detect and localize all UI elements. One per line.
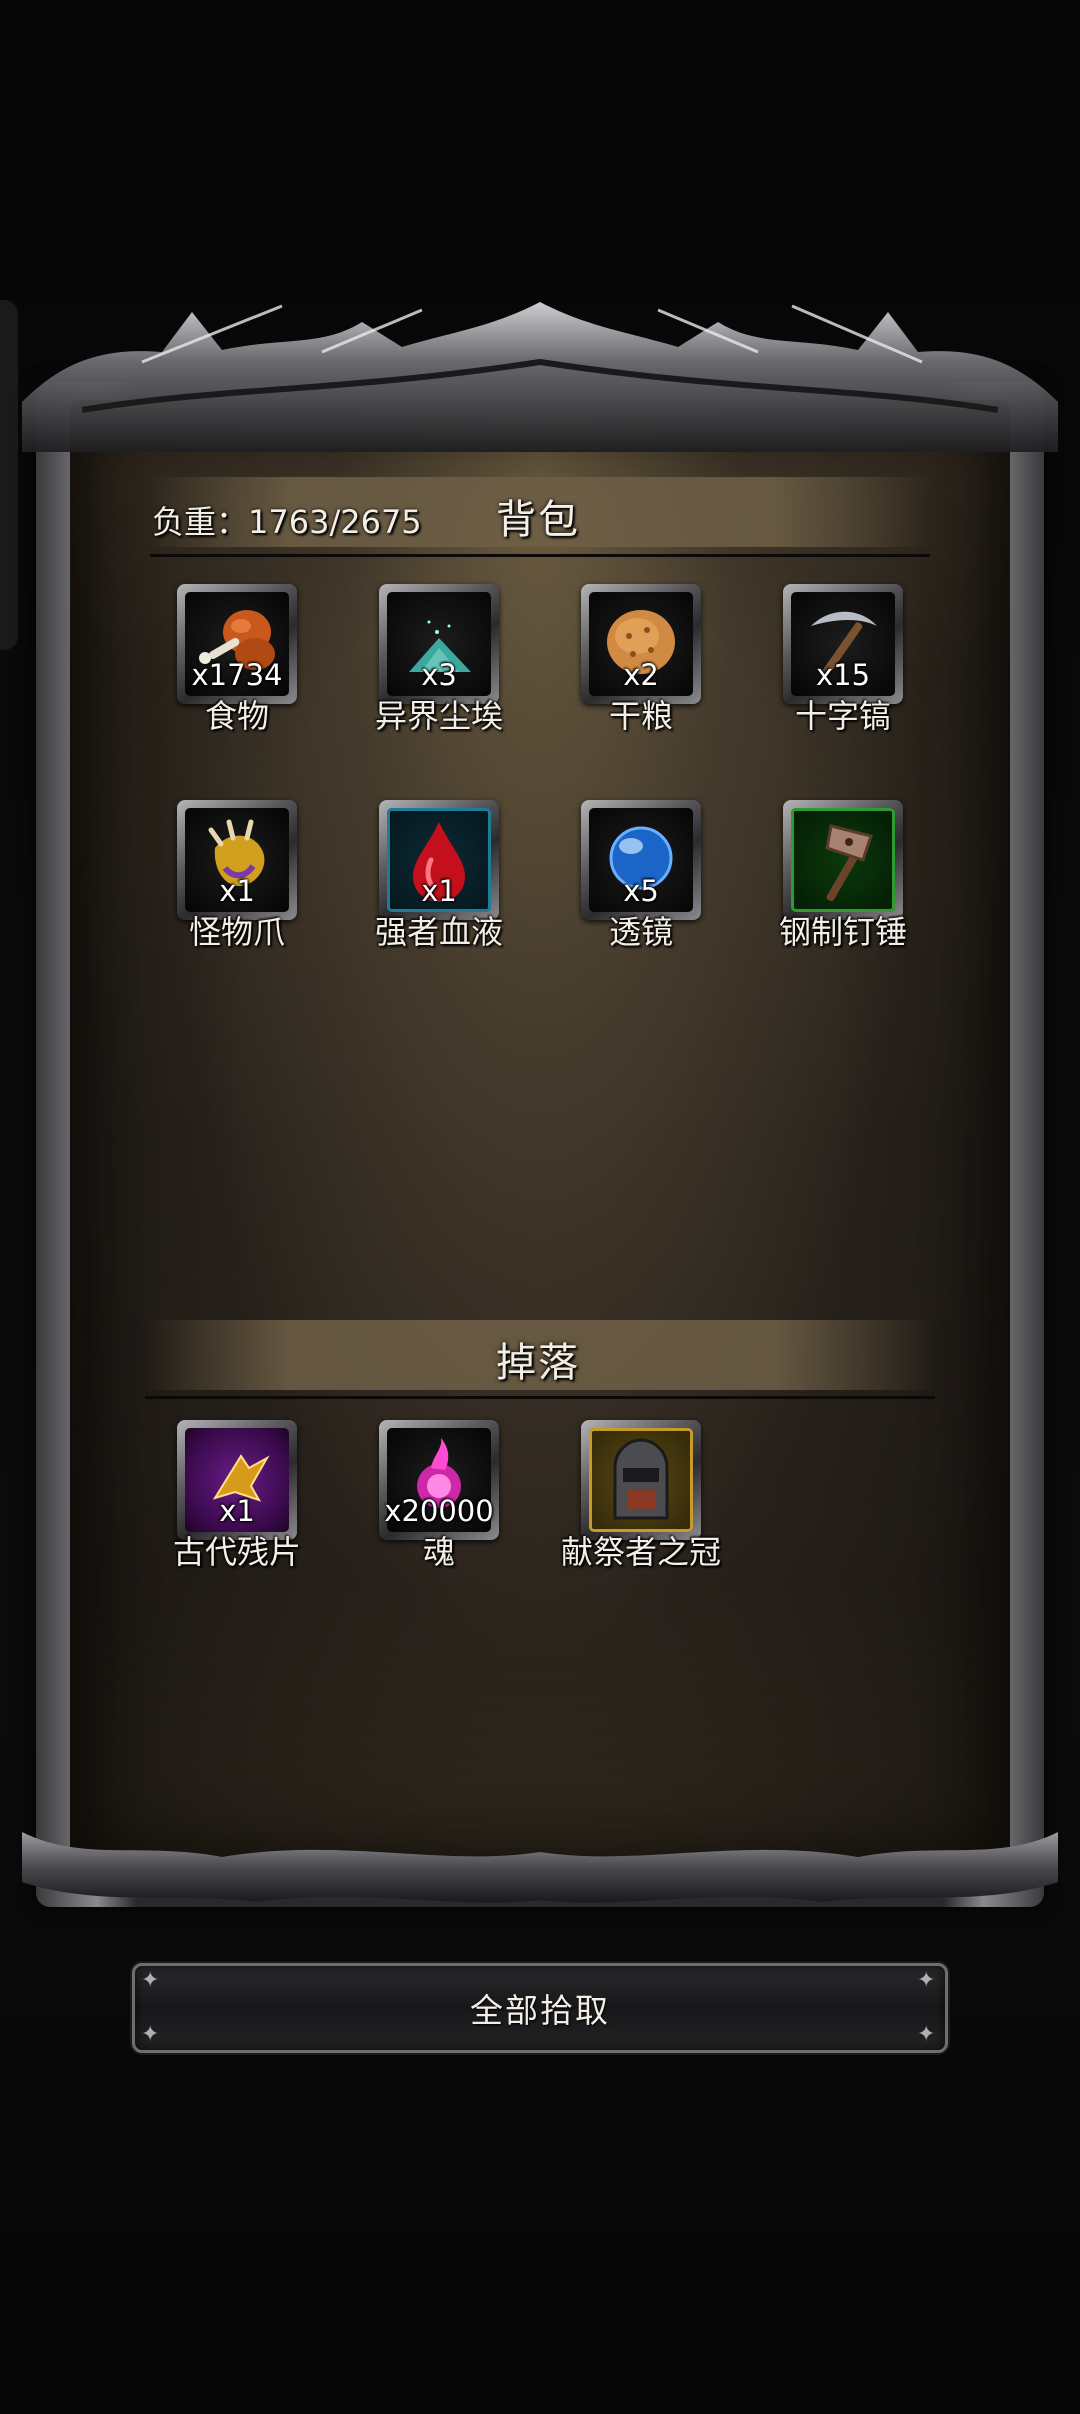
left-edge-strip	[0, 300, 18, 650]
weight-label: 负重：1763/2675	[152, 503, 422, 541]
item-quantity: x5	[623, 874, 659, 908]
frame-top-ornament	[22, 302, 1058, 452]
drops-title: 掉落	[496, 1340, 580, 1386]
corner-ornament-icon: ✦	[917, 2022, 936, 2047]
corner-ornament-icon: ✦	[141, 2022, 160, 2047]
drop-item-soul[interactable]: x20000 魂	[339, 1420, 509, 1590]
helmet-icon	[613, 1438, 669, 1520]
backpack-item-monster-claw[interactable]: x1 怪物爪	[137, 800, 307, 970]
item-name: 魂	[422, 1533, 455, 1571]
item-quantity: x1734	[191, 658, 283, 692]
item-name: 干粮	[608, 697, 673, 735]
item-name: 食物	[204, 697, 269, 735]
pick-all-label: 全部拾取	[470, 1991, 610, 2030]
backpack-item-food[interactable]: x1734 食物	[137, 584, 307, 754]
item-name: 异界尘埃	[374, 697, 503, 735]
frame-bottom-ornament	[22, 1832, 1058, 1903]
item-quantity: x1	[219, 874, 255, 908]
backpack-item-strong-blood[interactable]: x1 强者血液	[339, 800, 509, 970]
backpack-title: 背包	[496, 497, 580, 543]
drops-header-divider	[145, 1396, 935, 1399]
backpack-item-otherworld-dust[interactable]: x3 异界尘埃	[339, 584, 509, 754]
drop-item-sacrificer-crown[interactable]: 献祭者之冠	[541, 1420, 721, 1590]
corner-ornament-icon: ✦	[141, 1968, 160, 1993]
item-name: 透镜	[608, 913, 673, 951]
item-name: 十字镐	[794, 697, 891, 735]
corner-ornament-icon: ✦	[917, 1968, 936, 1993]
item-quantity: x20000	[384, 1494, 494, 1528]
item-quantity: x2	[623, 658, 659, 692]
item-name: 钢制钉锤	[778, 913, 907, 951]
pick-all-button[interactable]: ✦ ✦ ✦ ✦ 全部拾取	[132, 1963, 948, 2053]
drop-item-ancient-fragment[interactable]: x1 古代残片	[137, 1420, 307, 1590]
backpack-header-divider	[150, 554, 930, 557]
item-name: 古代残片	[172, 1533, 301, 1571]
steel-mace-icon	[825, 824, 873, 902]
backpack-item-lens[interactable]: x5 透镜	[541, 800, 711, 970]
item-slot	[581, 1420, 701, 1540]
item-quantity: x15	[815, 658, 871, 692]
backpack-item-steel-mace[interactable]: 钢制钉锤	[743, 800, 913, 970]
item-name: 怪物爪	[188, 913, 285, 951]
item-quantity: x3	[421, 658, 457, 692]
item-name: 献祭者之冠	[560, 1533, 721, 1571]
backpack-item-pickaxe[interactable]: x15 十字镐	[743, 584, 913, 754]
item-name: 强者血液	[374, 913, 503, 951]
backpack-item-dry-rations[interactable]: x2 干粮	[541, 584, 711, 754]
item-slot	[783, 800, 903, 920]
item-quantity: x1	[421, 874, 457, 908]
item-quantity: x1	[219, 1494, 255, 1528]
